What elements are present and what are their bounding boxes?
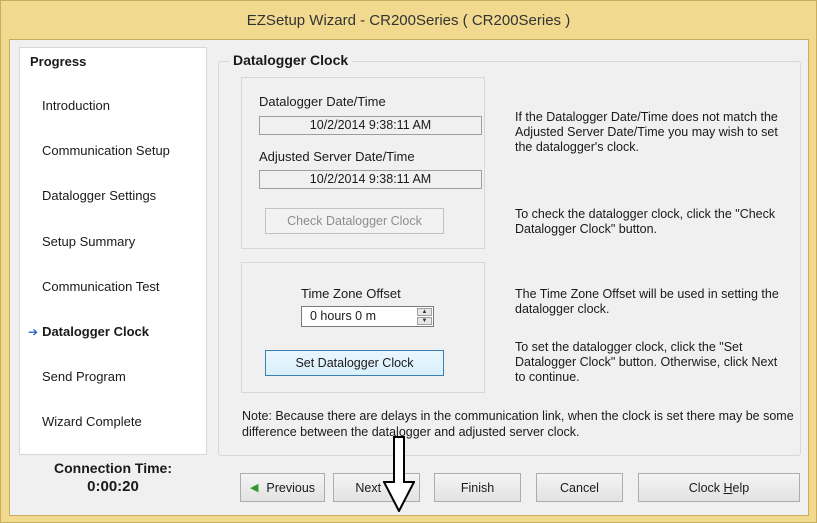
step-wizard-complete: Wizard Complete: [42, 414, 142, 429]
time-zone-label: Time Zone Offset: [301, 286, 401, 301]
help-text-set: To set the datalogger clock, click the "…: [515, 340, 778, 384]
datalogger-time-field: 10/2/2014 9:38:11 AM: [259, 116, 482, 135]
next-button-label: Next: [355, 480, 382, 495]
set-datalogger-clock-button[interactable]: Set Datalogger Clock: [265, 350, 444, 376]
wizard-client-area: Progress Introduction Communication Setu…: [9, 39, 809, 516]
window-title: EZSetup Wizard - CR200Series ( CR200Seri…: [246, 11, 571, 29]
step-send-program: Send Program: [42, 369, 126, 384]
cancel-button[interactable]: Cancel: [536, 473, 623, 502]
delay-note: Note: Because there are delays in the co…: [242, 409, 794, 439]
down-arrow-annotation-icon: [383, 436, 415, 512]
previous-button-label: Previous: [266, 480, 316, 495]
progress-title: Progress: [30, 54, 87, 69]
title-bar: EZSetup Wizard - CR200Series ( CR200Seri…: [1, 1, 816, 39]
clock-help-suffix: elp: [732, 480, 750, 495]
stepper-up-icon[interactable]: ▲: [417, 308, 432, 316]
stepper-buttons: ▲ ▼: [417, 308, 432, 325]
check-datalogger-clock-button[interactable]: Check Datalogger Clock: [265, 208, 444, 234]
datalogger-time-label: Datalogger Date/Time: [259, 94, 386, 109]
step-communication-test: Communication Test: [42, 279, 160, 294]
back-arrow-icon: ◀: [249, 482, 259, 494]
step-datalogger-clock-label: Datalogger Clock: [42, 324, 149, 339]
progress-panel: Progress Introduction Communication Setu…: [19, 47, 207, 455]
connection-time-label: Connection Time:: [54, 460, 172, 476]
clock-help-button[interactable]: Clock Help: [638, 473, 800, 502]
page-title: Datalogger Clock: [229, 52, 353, 68]
clock-help-accel: H: [723, 480, 733, 495]
step-setup-summary: Setup Summary: [42, 234, 136, 249]
time-zone-offset-value: 0 hours 0 m: [310, 309, 377, 323]
help-text-mismatch: If the Datalogger Date/Time does not mat…: [515, 110, 778, 154]
finish-button[interactable]: Finish: [434, 473, 521, 502]
arrow-right-icon: ➔: [28, 325, 39, 339]
step-datalogger-settings: Datalogger Settings: [42, 188, 157, 203]
help-text-time-zone: The Time Zone Offset will be used in set…: [515, 287, 779, 316]
help-text-check: To check the datalogger clock, click the…: [515, 207, 776, 236]
previous-button[interactable]: ◀ Previous: [240, 473, 325, 502]
stepper-down-icon[interactable]: ▼: [417, 317, 432, 325]
server-time-label: Adjusted Server Date/Time: [259, 149, 415, 164]
time-zone-offset-stepper[interactable]: 0 hours 0 m ▲ ▼: [301, 306, 434, 327]
wizard-window: EZSetup Wizard - CR200Series ( CR200Seri…: [0, 0, 817, 523]
step-datalogger-clock: ➔ Datalogger Clock: [28, 324, 149, 339]
server-time-field: 10/2/2014 9:38:11 AM: [259, 170, 482, 189]
step-introduction: Introduction: [42, 98, 110, 113]
step-communication-setup: Communication Setup: [42, 143, 170, 158]
connection-time-value: 0:00:20: [87, 478, 139, 495]
connection-time: Connection Time: 0:00:20: [19, 460, 207, 495]
clock-help-prefix: Clock: [688, 480, 724, 495]
